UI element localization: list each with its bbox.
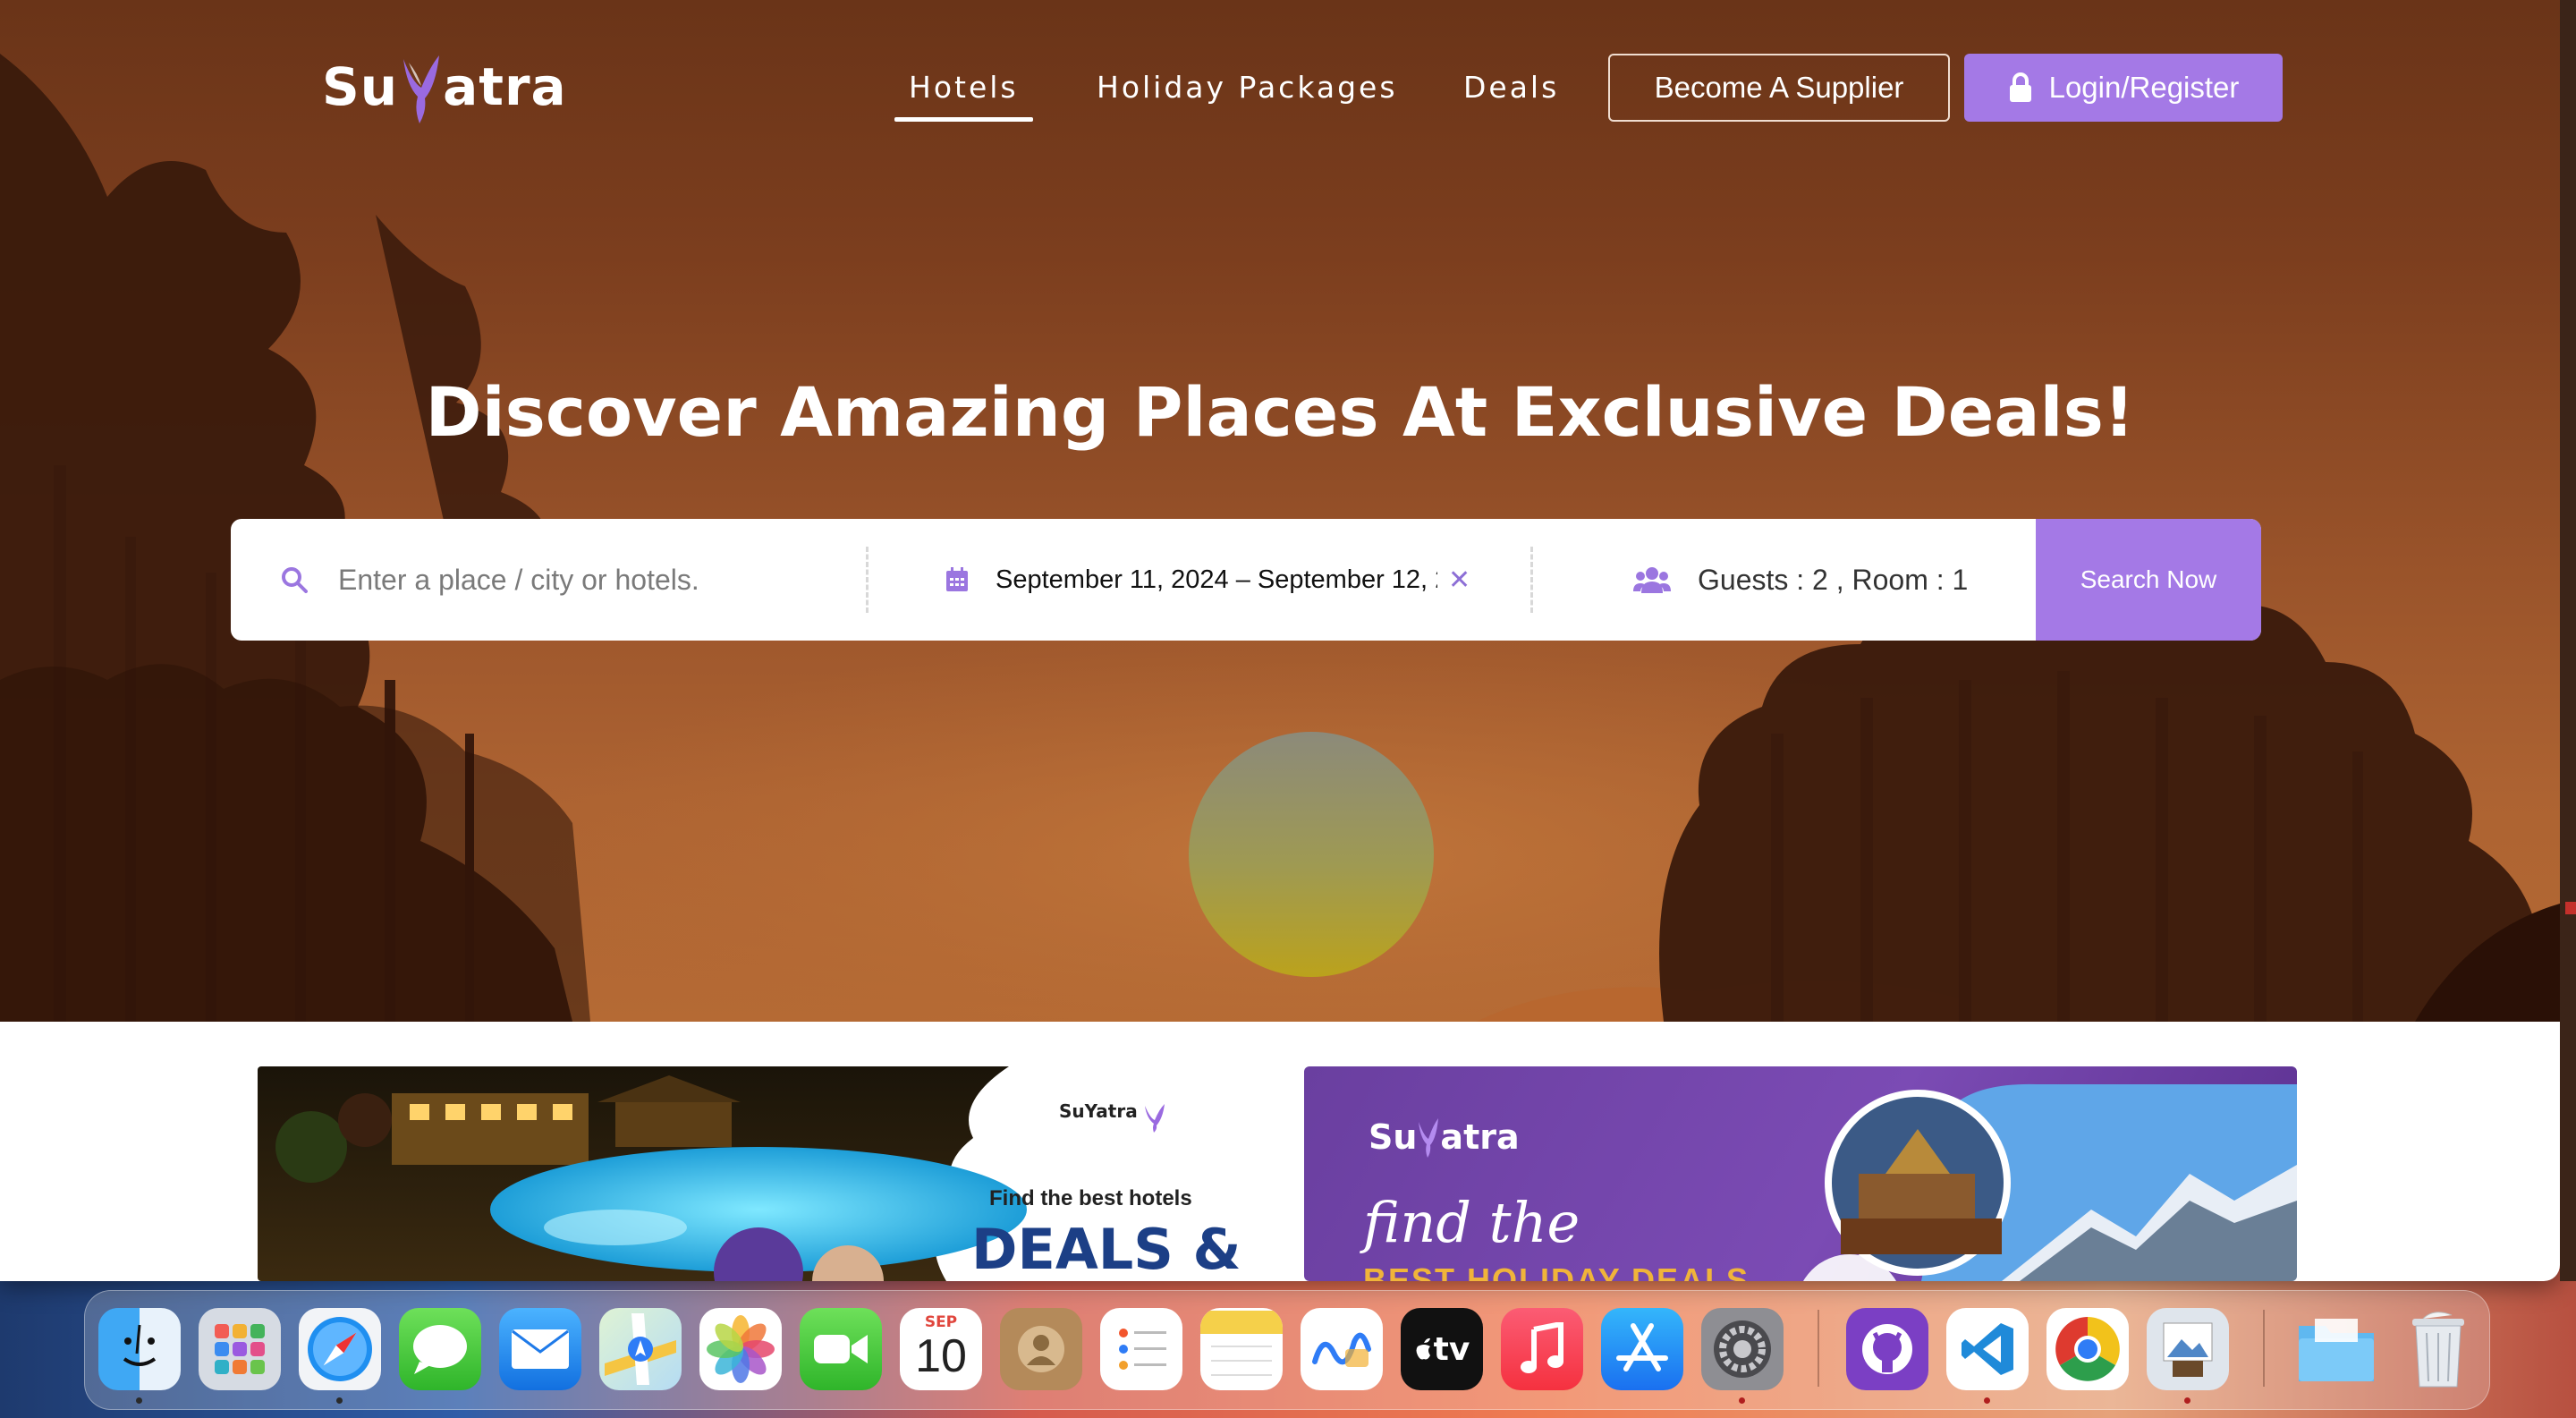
dock-separator bbox=[2263, 1310, 2265, 1387]
nav-holiday-packages-link[interactable]: Holiday Packages bbox=[1097, 64, 1398, 109]
window-edge-marker bbox=[2565, 902, 2576, 914]
lock-icon bbox=[2009, 72, 2031, 102]
safari-icon[interactable] bbox=[299, 1308, 381, 1390]
app-store-icon[interactable] bbox=[1601, 1308, 1683, 1390]
finder-running-dot bbox=[136, 1397, 142, 1404]
nav-deals-link[interactable]: Deals bbox=[1463, 64, 1559, 109]
banner-left-headline: DEALS & bbox=[971, 1217, 1241, 1281]
butterfly-logo-icon bbox=[1419, 1118, 1439, 1158]
vscode-icon[interactable] bbox=[1946, 1308, 2029, 1390]
banner-right-script-text: find the bbox=[1363, 1190, 1580, 1255]
holiday-deals-banner[interactable]: Su atra find the BEST HOLIDAY DEALS bbox=[1304, 1066, 2297, 1281]
github-desktop-icon[interactable] bbox=[1846, 1308, 1928, 1390]
guests-rooms-segment[interactable]: Guests : 2 , Room : 1 bbox=[1533, 519, 2052, 641]
banner-left-brand: SuYatra bbox=[1059, 1100, 1138, 1122]
login-button-label: Login/Register bbox=[2048, 71, 2240, 104]
messages-icon[interactable] bbox=[399, 1308, 481, 1390]
freeform-icon[interactable] bbox=[1301, 1308, 1383, 1390]
window-edge bbox=[2560, 0, 2576, 1281]
supplier-button-label: Become A Supplier bbox=[1654, 71, 1904, 104]
banner-right-brand: Su atra bbox=[1368, 1115, 1520, 1159]
hero-section: Su atra Hotels Holiday Packages Deals Be… bbox=[0, 0, 2560, 1022]
music-icon[interactable] bbox=[1501, 1308, 1583, 1390]
place-search-input[interactable] bbox=[338, 563, 839, 597]
mail-icon[interactable] bbox=[499, 1308, 581, 1390]
butterfly-logo-icon bbox=[403, 55, 440, 123]
settings-running-dot bbox=[1739, 1397, 1745, 1404]
preview-icon[interactable] bbox=[2147, 1308, 2229, 1390]
logo-text-right: atra bbox=[443, 56, 567, 117]
apple-logo-icon bbox=[1416, 1337, 1430, 1360]
hotel-search-bar: September 11, 2024 – September 12, 2024 … bbox=[231, 519, 2261, 641]
calendar-icon[interactable]: SEP 10 bbox=[900, 1308, 982, 1390]
login-register-button[interactable]: Login/Register bbox=[1964, 54, 2283, 122]
hotel-deals-banner[interactable]: SuYatra Find the best hotels DEALS & bbox=[258, 1066, 1250, 1281]
apple-tv-label: tv bbox=[1433, 1330, 1470, 1368]
clear-dates-icon[interactable]: ✕ bbox=[1448, 565, 1470, 596]
facetime-icon[interactable] bbox=[800, 1308, 882, 1390]
hero-title: Discover Amazing Places At Exclusive Dea… bbox=[425, 372, 2135, 452]
sun-shape bbox=[1189, 732, 1434, 977]
date-range-segment[interactable]: September 11, 2024 – September 12, 2024 … bbox=[869, 519, 1530, 641]
calendar-icon bbox=[946, 567, 968, 591]
date-range-value: September 11, 2024 – September 12, 2024 bbox=[996, 565, 1437, 594]
vscode-running-dot bbox=[1984, 1397, 1990, 1404]
search-now-button[interactable]: Search Now bbox=[2036, 519, 2261, 641]
guests-rooms-value: Guests : 2 , Room : 1 bbox=[1698, 563, 1969, 596]
become-supplier-button[interactable]: Become A Supplier bbox=[1608, 54, 1950, 122]
contacts-icon[interactable] bbox=[1000, 1308, 1082, 1390]
trash-icon[interactable] bbox=[2397, 1308, 2479, 1390]
place-search-segment[interactable] bbox=[231, 519, 866, 641]
dock-separator bbox=[1818, 1310, 1819, 1387]
calendar-month: SEP bbox=[924, 1313, 958, 1331]
butterfly-logo-icon bbox=[1145, 1104, 1165, 1133]
chrome-icon[interactable] bbox=[2046, 1308, 2129, 1390]
system-settings-icon[interactable] bbox=[1701, 1308, 1784, 1390]
finder-icon[interactable] bbox=[98, 1308, 181, 1390]
calendar-day: 10 bbox=[915, 1330, 967, 1382]
preview-running-dot bbox=[2184, 1397, 2190, 1404]
suyatra-logo[interactable]: Su atra bbox=[322, 47, 567, 127]
banner-right-brand-right: atra bbox=[1440, 1117, 1520, 1157]
reminders-icon[interactable] bbox=[1100, 1308, 1182, 1390]
notes-icon[interactable] bbox=[1200, 1308, 1283, 1390]
apple-tv-icon[interactable]: tv bbox=[1401, 1308, 1483, 1390]
search-now-label: Search Now bbox=[2080, 565, 2217, 593]
users-icon bbox=[1633, 567, 1671, 593]
maps-icon[interactable] bbox=[599, 1308, 682, 1390]
banner-right-subtext: BEST HOLIDAY DEALS bbox=[1363, 1261, 1750, 1281]
search-icon bbox=[282, 567, 308, 593]
banner-right-brand-left: Su bbox=[1368, 1117, 1418, 1157]
downloads-folder-icon[interactable] bbox=[2295, 1308, 2377, 1390]
browser-window: Su atra Hotels Holiday Packages Deals Be… bbox=[0, 0, 2560, 1281]
banner-left-tagline: Find the best hotels bbox=[989, 1186, 1192, 1210]
nav-hotels-link[interactable]: Hotels bbox=[894, 64, 1033, 122]
safari-running-dot bbox=[336, 1397, 343, 1404]
photos-icon[interactable] bbox=[699, 1308, 782, 1390]
hero-landscape-illustration bbox=[0, 54, 2560, 1022]
logo-text-left: Su bbox=[322, 56, 399, 117]
launchpad-icon[interactable] bbox=[199, 1308, 281, 1390]
